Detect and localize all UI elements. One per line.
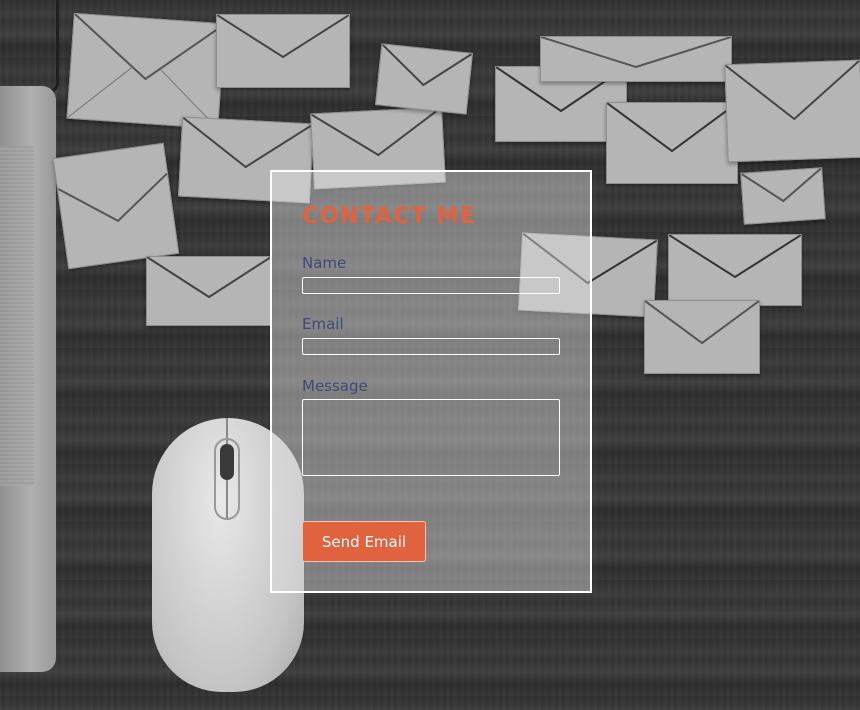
envelope-icon (52, 142, 180, 270)
envelope-icon (216, 14, 350, 88)
email-field[interactable] (302, 338, 560, 355)
send-email-button[interactable]: Send Email (302, 521, 426, 562)
mouse-wheel (220, 444, 234, 480)
envelope-icon (724, 59, 860, 163)
envelope-icon (66, 12, 226, 130)
name-field[interactable] (302, 277, 560, 294)
laptop-icon (0, 86, 56, 672)
message-label: Message (302, 377, 368, 395)
envelope-icon (668, 234, 802, 306)
envelope-icon (540, 36, 732, 82)
envelope-icon (375, 43, 473, 115)
cable (42, 0, 59, 93)
laptop-keyboard (0, 146, 34, 486)
email-label: Email (302, 315, 344, 333)
envelope-icon (644, 300, 760, 374)
form-title: CONTACT ME (302, 204, 477, 229)
envelope-icon (146, 256, 272, 326)
name-label: Name (302, 254, 347, 272)
envelope-icon (740, 167, 826, 225)
envelope-icon (606, 102, 738, 184)
contact-form: CONTACT ME Name Email Message Send Email (270, 170, 592, 593)
message-field[interactable] (302, 399, 560, 476)
